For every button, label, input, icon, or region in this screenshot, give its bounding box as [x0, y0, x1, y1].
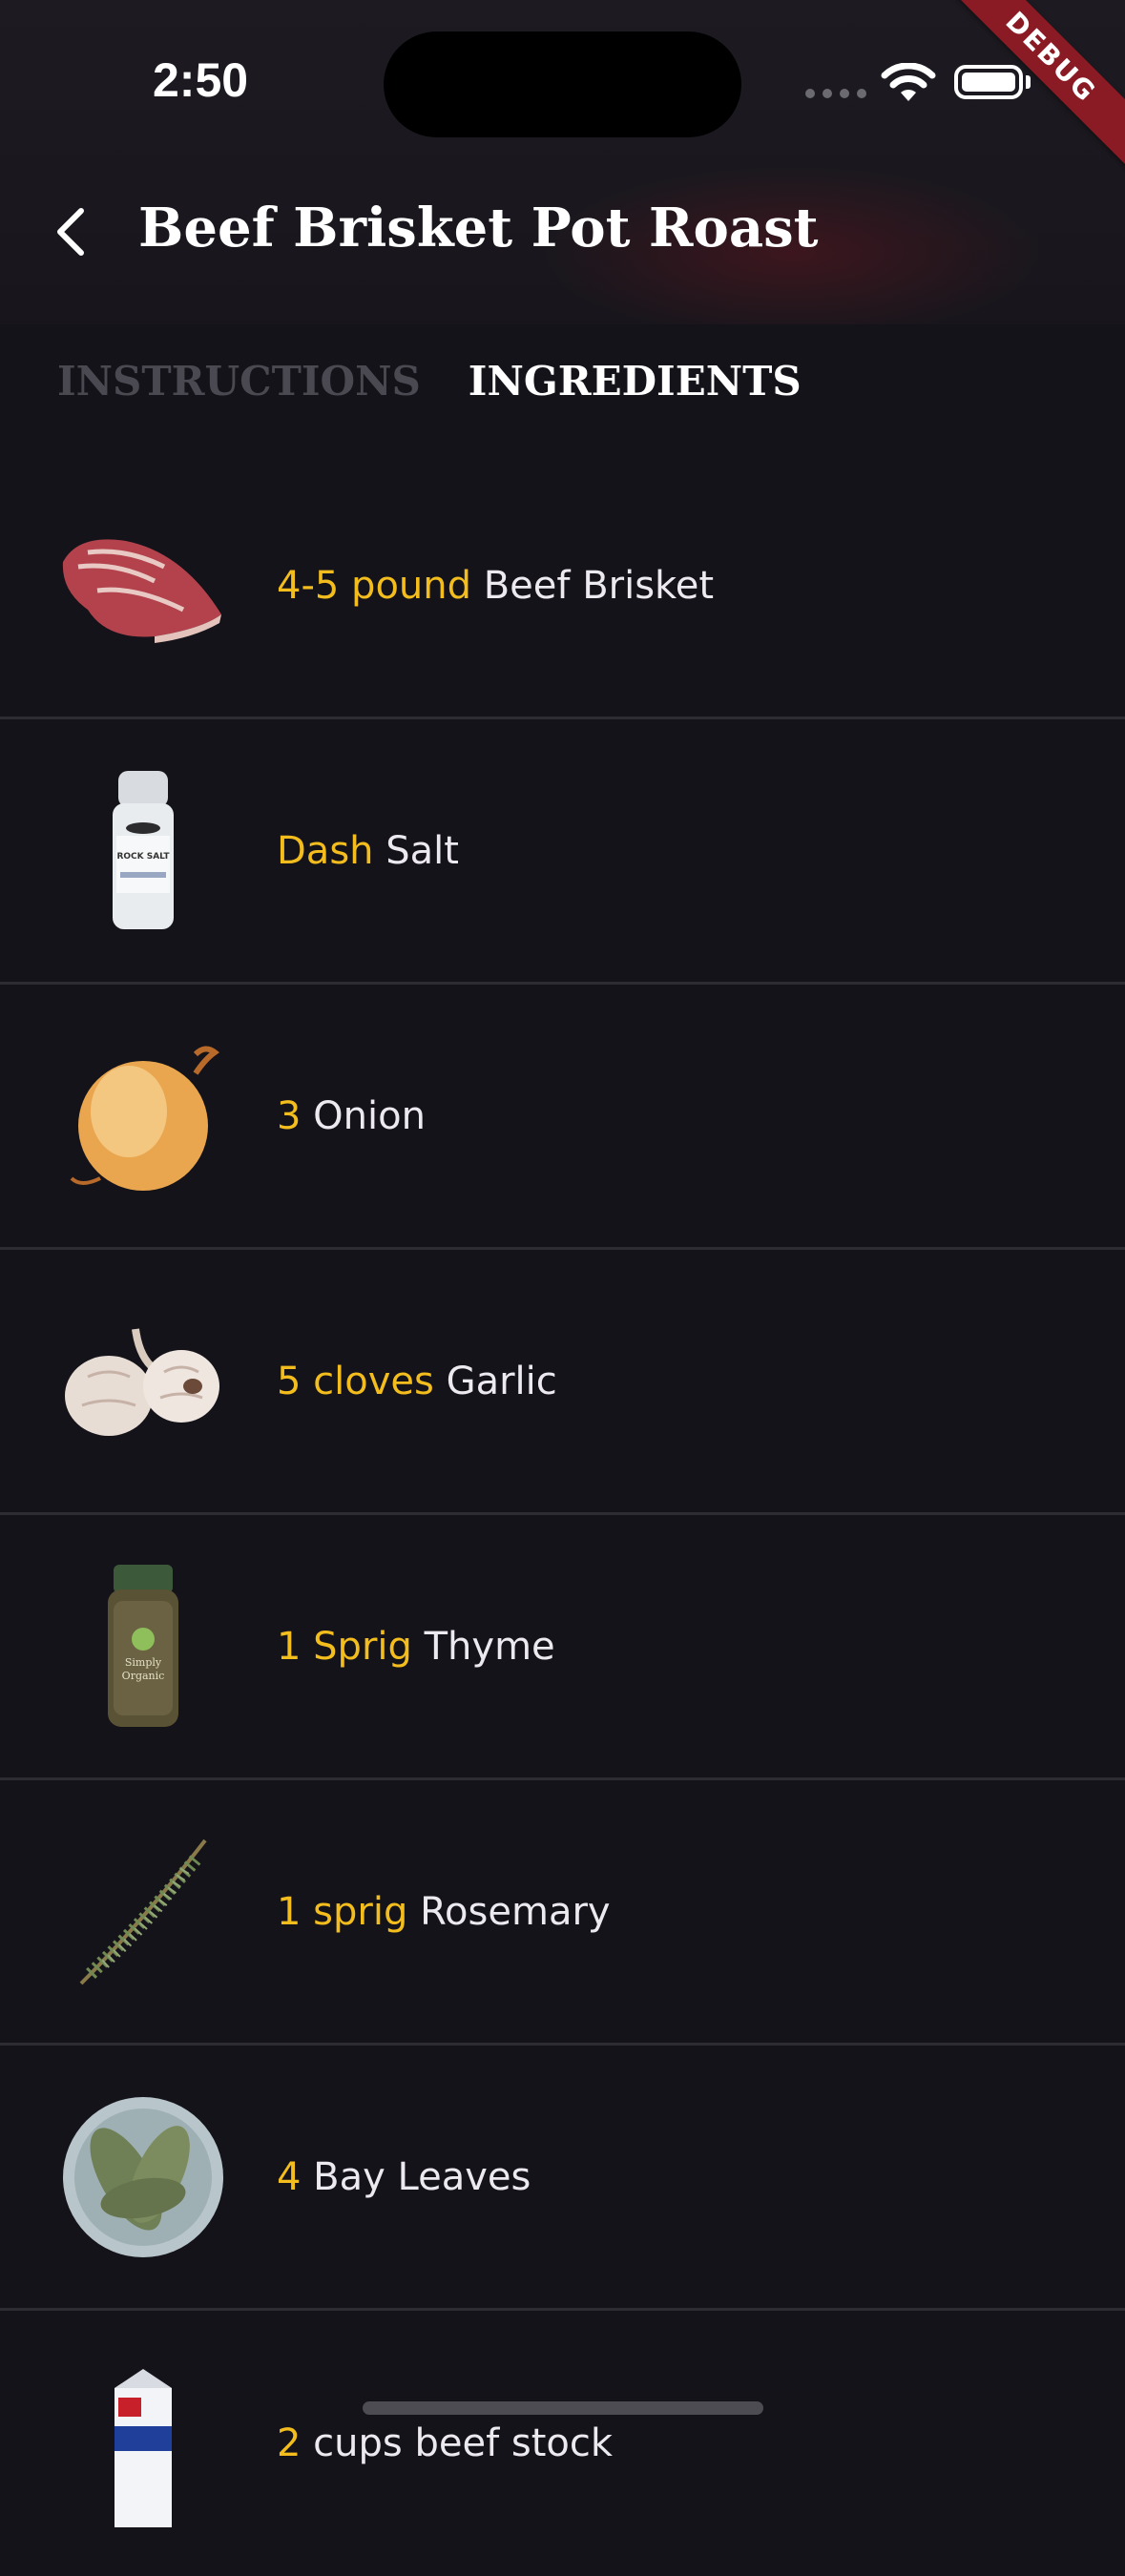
tab-ingredients[interactable]: INGREDIENTS — [469, 358, 802, 405]
wifi-icon — [881, 63, 936, 101]
ingredient-quantity: Dash — [277, 828, 374, 873]
ingredient-text: 1 Sprig Thyme — [277, 1625, 555, 1669]
list-item[interactable]: 5 cloves Garlic — [0, 1250, 1125, 1515]
list-item[interactable]: 2 cups beef stock — [0, 2311, 1125, 2576]
ingredient-text: 3 Onion — [277, 1094, 426, 1138]
chevron-left-icon — [57, 208, 84, 256]
ingredient-name: cups beef stock — [313, 2421, 614, 2465]
onion-image — [59, 1032, 227, 1200]
ingredient-text: 5 cloves Garlic — [277, 1360, 557, 1403]
beef-stock-carton-image — [59, 2359, 227, 2527]
ingredient-quantity: 4-5 pound — [277, 563, 472, 608]
list-item[interactable]: ROCK SALT Dash Salt — [0, 719, 1125, 985]
ingredient-text: 4 Bay Leaves — [277, 2155, 531, 2199]
dynamic-island — [384, 31, 741, 137]
ingredient-name: Garlic — [446, 1359, 557, 1403]
ingredient-quantity: 5 cloves — [277, 1359, 434, 1403]
ingredient-name: Onion — [313, 1093, 426, 1138]
ingredient-name: Bay Leaves — [313, 2154, 531, 2199]
svg-text:Organic: Organic — [122, 1670, 165, 1682]
back-button[interactable] — [44, 200, 97, 263]
ingredient-name: Salt — [385, 828, 459, 873]
svg-text:Simply: Simply — [125, 1656, 162, 1669]
salt-jar-label: ROCK SALT — [116, 852, 170, 862]
list-item[interactable]: Simply Organic 1 Sprig Thyme — [0, 1515, 1125, 1780]
bay-leaves-image — [59, 2093, 227, 2261]
page-title: Beef Brisket Pot Roast — [138, 197, 819, 260]
ingredient-text: 1 sprig Rosemary — [277, 1890, 611, 1934]
brisket-image — [59, 502, 227, 670]
tab-instructions[interactable]: INSTRUCTIONS — [57, 358, 421, 405]
list-item[interactable]: 4-5 pound Beef Brisket — [0, 454, 1125, 719]
rosemary-image — [59, 1828, 227, 1996]
tab-bar: INSTRUCTIONS INGREDIENTS — [57, 358, 802, 405]
ingredient-quantity: 1 Sprig — [277, 1624, 412, 1669]
ingredient-quantity: 1 sprig — [277, 1889, 408, 1934]
ingredient-quantity: 3 — [277, 1093, 302, 1138]
ingredient-quantity: 4 — [277, 2154, 302, 2199]
ingredient-name: Thyme — [424, 1624, 555, 1669]
ingredient-list: 4-5 pound Beef Brisket ROCK SALT Dash Sa… — [0, 454, 1125, 2576]
ingredient-quantity: 2 — [277, 2421, 302, 2465]
home-indicator[interactable] — [363, 2401, 763, 2415]
ingredient-text: 2 cups beef stock — [277, 2421, 613, 2465]
battery-icon — [954, 65, 1023, 99]
salt-grinder-image: ROCK SALT — [59, 767, 227, 935]
ingredient-text: 4-5 pound Beef Brisket — [277, 564, 714, 608]
list-item[interactable]: 3 Onion — [0, 985, 1125, 1250]
list-item[interactable]: 1 sprig Rosemary — [0, 1780, 1125, 2046]
status-time: 2:50 — [153, 53, 249, 107]
ingredient-text: Dash Salt — [277, 829, 459, 873]
battery-tip — [1026, 75, 1031, 89]
ingredient-name: Rosemary — [420, 1889, 611, 1934]
cellular-signal-icon — [805, 89, 866, 98]
list-item[interactable]: 4 Bay Leaves — [0, 2046, 1125, 2311]
thyme-jar-image: Simply Organic — [59, 1563, 227, 1731]
garlic-image — [59, 1298, 227, 1465]
ingredient-name: Beef Brisket — [483, 563, 715, 608]
